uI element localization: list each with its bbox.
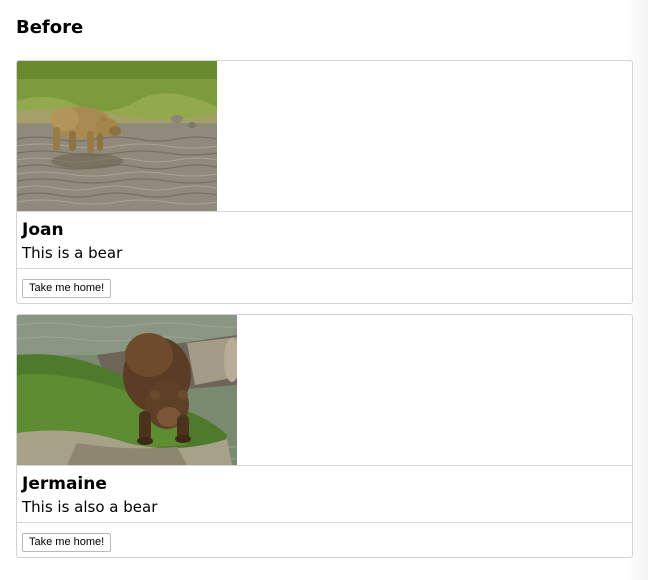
- bear-card: Joan This is a bear Take me home!: [16, 60, 633, 304]
- page-heading: Before: [16, 17, 84, 38]
- bear-photo: [17, 315, 237, 465]
- card-media: [17, 315, 632, 466]
- card-footer: Take me home!: [17, 269, 632, 302]
- take-me-home-button[interactable]: Take me home!: [22, 533, 112, 552]
- bear-photo: [17, 61, 217, 211]
- bear-name: Jermaine: [22, 474, 107, 494]
- card-body: Joan This is a bear: [17, 212, 632, 269]
- card-body: Jermaine This is also a bear: [17, 466, 632, 523]
- bear-card: Jermaine This is also a bear Take me hom…: [16, 314, 633, 558]
- bear-name: Joan: [22, 220, 64, 240]
- card-media: [17, 61, 632, 212]
- take-me-home-button[interactable]: Take me home!: [22, 279, 112, 298]
- page: Before Joan This is a bear Take me home!…: [16, 16, 633, 558]
- bear-description: This is also a bear: [22, 498, 158, 516]
- bear-description: This is a bear: [22, 244, 123, 262]
- card-footer: Take me home!: [17, 523, 632, 556]
